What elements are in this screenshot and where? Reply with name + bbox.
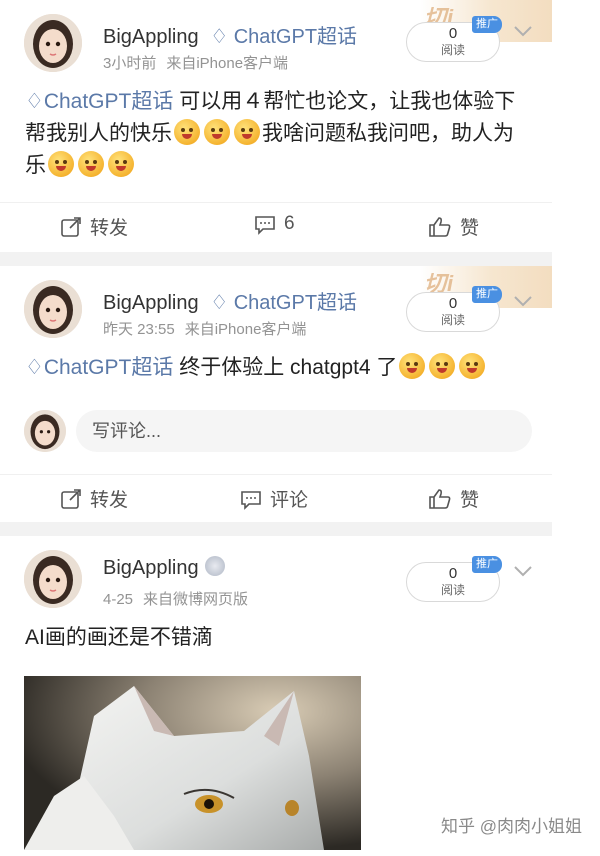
emoji-icon — [459, 353, 486, 379]
post-card[interactable]: 切i BigAppling ♢ ChatGPT超话 3小时前 来自iPhone客户… — [0, 0, 552, 252]
post-content[interactable]: AI画的画还是不错滴 — [0, 612, 552, 654]
comment-button[interactable]: 6 — [254, 213, 295, 235]
emoji-icon — [234, 119, 260, 145]
avatar[interactable] — [24, 280, 82, 338]
topic-text: ChatGPT超话 — [233, 26, 358, 48]
read-label: 阅读 — [440, 313, 465, 327]
post-text: 终于体验上 chatgpt4 了 — [173, 356, 398, 379]
chevron-down-icon[interactable] — [513, 24, 533, 38]
repost-label: 转发 — [90, 218, 129, 239]
username[interactable]: BigAppling — [103, 556, 225, 580]
topic-tag[interactable]: ♢ChatGPT超话 — [25, 90, 173, 113]
comment-box: 写评论... — [0, 402, 552, 460]
diamond-icon: ♢ — [210, 26, 229, 48]
username-text[interactable]: BigAppling — [103, 292, 199, 314]
topic-link[interactable]: ♢ ChatGPT超话 — [210, 26, 357, 48]
like-label: 赞 — [460, 490, 480, 511]
username-text[interactable]: BigAppling — [103, 26, 199, 48]
comment-icon — [255, 216, 275, 235]
emoji-icon — [429, 353, 456, 379]
post-time: 4-25 — [103, 591, 134, 608]
post-time: 3小时前 — [103, 55, 157, 72]
ad-badge: 推广 — [472, 556, 502, 573]
topic-tag-text: ChatGPT超话 — [43, 356, 174, 379]
post-header: BigAppling ♢ ChatGPT超话 3小时前 来自iPhone客户端 0… — [0, 0, 552, 76]
like-button[interactable]: 赞 — [428, 213, 479, 240]
thumbs-up-icon — [429, 488, 451, 509]
ad-badge: 推广 — [472, 286, 502, 303]
thumbs-up-icon — [429, 216, 451, 237]
avatar[interactable] — [24, 550, 82, 608]
username-text[interactable]: BigAppling — [103, 557, 199, 579]
repost-label: 转发 — [90, 490, 129, 511]
repost-button[interactable]: 转发 — [60, 213, 128, 240]
post-content[interactable]: ♢ChatGPT超话 终于体验上 chatgpt4 了 — [0, 342, 552, 384]
diamond-icon: ♢ — [25, 356, 44, 379]
chevron-down-icon[interactable] — [513, 294, 533, 308]
post-meta: 4-25 来自微博网页版 — [103, 588, 248, 609]
post-meta: 昨天 23:55 来自iPhone客户端 — [103, 318, 306, 339]
post-header: BigAppling 4-25 来自微博网页版 0 阅读 推广 — [0, 536, 552, 612]
comment-button[interactable]: 评论 — [240, 485, 308, 512]
emoji-icon — [108, 151, 134, 177]
ad-badge: 推广 — [472, 16, 502, 33]
avatar[interactable] — [24, 410, 66, 452]
post-card[interactable]: 切i BigAppling ♢ ChatGPT超话 昨天 23:55 来自iPho… — [0, 266, 552, 522]
post-header: BigAppling ♢ ChatGPT超话 昨天 23:55 来自iPhone客… — [0, 266, 552, 342]
emoji-icon — [174, 119, 200, 145]
comment-input[interactable]: 写评论... — [76, 410, 532, 452]
post-time: 昨天 23:55 — [103, 321, 175, 338]
post-source: 来自iPhone客户端 — [184, 321, 307, 338]
action-bar: 转发 6 赞 — [0, 202, 552, 251]
emoji-icon — [48, 151, 74, 177]
comment-icon — [241, 490, 261, 510]
separator — [0, 522, 552, 536]
post-image[interactable] — [24, 676, 361, 850]
topic-tag[interactable]: ♢ChatGPT超话 — [25, 356, 173, 379]
post-text: AI画的画还是不错滴 — [25, 626, 213, 649]
comment-label: 6 — [284, 213, 295, 234]
repost-icon — [61, 488, 81, 509]
emoji-icon — [78, 151, 104, 177]
topic-link[interactable]: ♢ ChatGPT超话 — [210, 292, 357, 314]
read-label: 阅读 — [440, 43, 465, 57]
chevron-down-icon[interactable] — [513, 564, 533, 578]
username[interactable]: BigAppling ♢ ChatGPT超话 — [103, 286, 357, 315]
diamond-icon: ♢ — [25, 90, 44, 113]
read-label: 阅读 — [440, 583, 465, 597]
username[interactable]: BigAppling ♢ ChatGPT超话 — [103, 20, 357, 49]
medal-icon — [204, 556, 225, 576]
repost-button[interactable]: 转发 — [60, 485, 128, 512]
separator — [0, 252, 552, 266]
action-bar: 转发 评论 赞 — [0, 474, 552, 523]
fox-image — [24, 676, 361, 850]
diamond-icon: ♢ — [210, 292, 229, 314]
emoji-icon — [204, 119, 230, 145]
like-label: 赞 — [460, 218, 480, 239]
like-button[interactable]: 赞 — [428, 485, 479, 512]
post-meta: 3小时前 来自iPhone客户端 — [103, 52, 288, 73]
repost-icon — [61, 216, 81, 237]
topic-tag-text: ChatGPT超话 — [43, 90, 174, 113]
comment-label: 评论 — [270, 490, 309, 511]
post-content[interactable]: ♢ChatGPT超话 可以用４帮忙也论文，让我也体验下帮我别人的快乐 我啥问题私我… — [0, 76, 552, 182]
watermark: 知乎 @肉肉小姐姐 — [441, 817, 582, 836]
topic-text: ChatGPT超话 — [233, 292, 358, 314]
avatar[interactable] — [24, 14, 82, 72]
post-source: 来自iPhone客户端 — [166, 55, 289, 72]
post-source: 来自微博网页版 — [143, 591, 249, 608]
emoji-icon — [399, 353, 426, 379]
